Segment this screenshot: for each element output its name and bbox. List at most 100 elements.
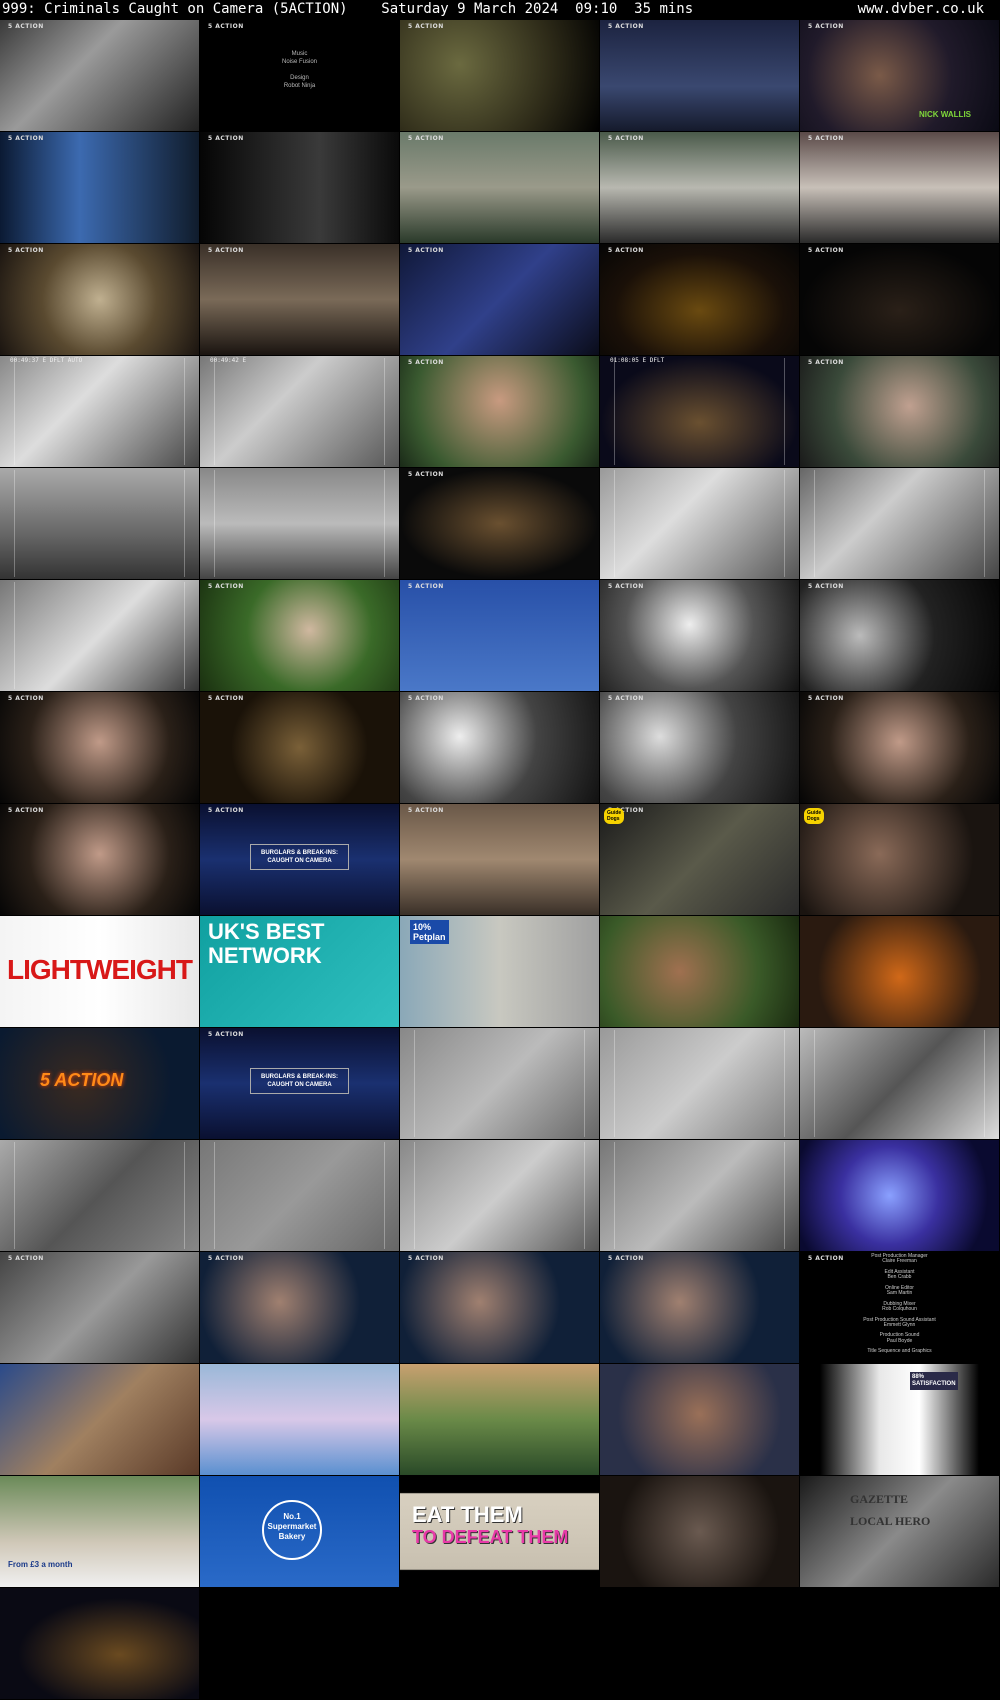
thumbnail[interactable]: 5 ACTION bbox=[0, 692, 199, 803]
thumbnail[interactable]: No.1 Supermarket Bakery bbox=[200, 1476, 399, 1587]
caption-line: GAZETTE bbox=[850, 1492, 909, 1506]
channel-logo: 5 ACTION bbox=[408, 695, 444, 702]
caption-line: CAUGHT ON CAMERA bbox=[267, 1082, 332, 1088]
thumbnail[interactable]: 5 ACTION bbox=[400, 468, 599, 579]
thumbnail[interactable]: 5 ACTION BURGLARS & BREAK-INS: CAUGHT ON C… bbox=[200, 1028, 399, 1139]
thumbnail[interactable] bbox=[200, 1364, 399, 1475]
thumbnail[interactable]: 5 ACTION bbox=[600, 132, 799, 243]
channel-logo: 5 ACTION bbox=[808, 359, 844, 366]
thumbnail[interactable]: 5 ACTION bbox=[0, 804, 199, 915]
thumbnail[interactable]: 5 ACTION bbox=[800, 132, 999, 243]
thumbnail[interactable]: 5 ACTION bbox=[0, 244, 199, 355]
thumbnail[interactable] bbox=[200, 468, 399, 579]
site-url[interactable]: www.dvber.co.uk bbox=[858, 0, 984, 18]
thumbnail-image bbox=[800, 1364, 999, 1475]
thumbnail[interactable] bbox=[0, 580, 199, 691]
thumbnail[interactable]: 5 ACTION bbox=[400, 804, 599, 915]
thumbnail[interactable]: 5 ACTION bbox=[200, 692, 399, 803]
thumbnail[interactable]: 5 ACTION bbox=[200, 132, 399, 243]
thumbnail-image bbox=[800, 916, 999, 1027]
thumbnail[interactable]: 5 ACTION bbox=[0, 1252, 199, 1363]
thumbnail[interactable]: 5 ACTION bbox=[200, 580, 399, 691]
thumbnail-image bbox=[200, 692, 399, 803]
thumbnail[interactable] bbox=[200, 1140, 399, 1251]
channel-logo: 5 ACTION bbox=[608, 1255, 644, 1262]
caption-line: Petplan bbox=[413, 932, 446, 942]
thumbnail[interactable]: 88% SATISFACTION bbox=[800, 1364, 999, 1475]
thumbnail[interactable]: 5 ACTION bbox=[600, 692, 799, 803]
thumbnail[interactable]: 5 ACTION bbox=[200, 244, 399, 355]
thumbnail[interactable]: 5 ACTION bbox=[600, 244, 799, 355]
thumbnail[interactable] bbox=[600, 1028, 799, 1139]
thermal-hud-frame bbox=[614, 1142, 785, 1249]
thumbnail[interactable]: 5 ACTION bbox=[200, 1252, 399, 1363]
thumbnail[interactable]: 5 ACTION bbox=[0, 20, 199, 131]
thumbnail[interactable]: 5 ACTION bbox=[0, 132, 199, 243]
thumbnail[interactable]: UK'S BEST NETWORK bbox=[200, 916, 399, 1027]
thumbnail[interactable] bbox=[600, 1140, 799, 1251]
thumbnail[interactable]: 5 ACTION BURGLARS & BREAK-INS: CAUGHT ON C… bbox=[200, 804, 399, 915]
thumbnail[interactable]: From £3 a month bbox=[0, 1476, 199, 1587]
thumbnail-image bbox=[200, 1364, 399, 1475]
thumbnail[interactable]: 10% Petplan bbox=[400, 916, 599, 1027]
thumbnail[interactable]: 5 ACTION bbox=[800, 356, 999, 467]
thumbnail[interactable]: 5 ACTION Music Noise Fusion Design Robot Ni… bbox=[200, 20, 399, 131]
thumbnail[interactable] bbox=[800, 916, 999, 1027]
thumbnail[interactable] bbox=[400, 1364, 599, 1475]
thermal-hud-frame bbox=[14, 1142, 185, 1249]
thermal-hud-frame bbox=[14, 470, 185, 577]
thumbnail-image bbox=[600, 20, 799, 131]
thumbnail-image bbox=[400, 1364, 599, 1475]
thumbnail[interactable] bbox=[800, 1140, 999, 1251]
thumbnail[interactable]: 5 ACTION bbox=[400, 580, 599, 691]
channel-logo: 5 ACTION bbox=[808, 247, 844, 254]
thumbnail[interactable]: 5 ACTION bbox=[800, 580, 999, 691]
thumbnail[interactable]: GAZETTE LOCAL HERO bbox=[800, 1476, 999, 1587]
thumbnail[interactable]: LIGHTWEIGHT bbox=[0, 916, 199, 1027]
thumbnail-image bbox=[600, 244, 799, 355]
thumbnail[interactable] bbox=[800, 468, 999, 579]
thumbnail[interactable]: 5 ACTION bbox=[600, 1252, 799, 1363]
channel-logo: 5 ACTION bbox=[8, 135, 44, 142]
thumbnail[interactable]: 5 ACTION Guide Dogs bbox=[600, 804, 799, 915]
thumbnail[interactable] bbox=[0, 1588, 199, 1699]
thumbnail[interactable]: 5 ACTION bbox=[400, 356, 599, 467]
caption-line: NETWORK bbox=[208, 943, 322, 968]
thumbnail[interactable] bbox=[0, 1140, 199, 1251]
thumbnail[interactable]: 5 ACTION bbox=[400, 132, 599, 243]
thumbnail-image bbox=[400, 580, 599, 691]
thumbnail[interactable]: EAT THEM TO DEFEAT THEM bbox=[400, 1476, 599, 1587]
thumbnail[interactable] bbox=[400, 1028, 599, 1139]
thumbnail[interactable]: 5 ACTION bbox=[600, 20, 799, 131]
thumbnail[interactable]: 5 ACTION bbox=[800, 244, 999, 355]
thumbnail[interactable]: 5 ACTION bbox=[400, 20, 599, 131]
thumbnail[interactable]: Guide Dogs bbox=[800, 804, 999, 915]
channel-logo: 5 ACTION bbox=[208, 1031, 244, 1038]
thumbnail[interactable] bbox=[0, 468, 199, 579]
thumbnail[interactable] bbox=[800, 1028, 999, 1139]
caption-line: UK'S BEST bbox=[208, 919, 325, 944]
thumbnail[interactable]: 5 ACTION bbox=[800, 692, 999, 803]
thumbnail[interactable]: 5 ACTION NICK WALLIS bbox=[800, 20, 999, 131]
thumbnail-image bbox=[0, 244, 199, 355]
thumbnail[interactable]: 5 ACTION Post Production Manager Claire Fr… bbox=[800, 1252, 999, 1363]
thumbnail-image bbox=[800, 244, 999, 355]
thumbnail[interactable]: 5 ACTION bbox=[400, 692, 599, 803]
thumbnail[interactable] bbox=[400, 1140, 599, 1251]
thumbnail[interactable]: 5 ACTION bbox=[400, 244, 599, 355]
thumbnail[interactable]: 00:49:42 E bbox=[200, 356, 399, 467]
caption-line: 88% bbox=[912, 1374, 925, 1380]
thumbnail[interactable] bbox=[600, 916, 799, 1027]
thumbnail[interactable] bbox=[600, 468, 799, 579]
thumbnail[interactable] bbox=[600, 1476, 799, 1587]
thumbnail[interactable] bbox=[0, 1364, 199, 1475]
thumbnail[interactable]: 5 ACTION bbox=[400, 1252, 599, 1363]
thumbnail[interactable]: 00:49:37 E DFLT AUTO bbox=[0, 356, 199, 467]
thumbnail[interactable] bbox=[600, 1364, 799, 1475]
thumbnail[interactable]: 5 ACTION bbox=[0, 1028, 199, 1139]
thumbnail[interactable]: 5 ACTION bbox=[600, 580, 799, 691]
thermal-hud-frame bbox=[214, 358, 385, 465]
caption-line: LIGHTWEIGHT bbox=[7, 954, 193, 985]
thumbnail-caption: Post Production Manager Claire Freeman Ed… bbox=[800, 1253, 999, 1355]
thumbnail[interactable]: 01:08:05 E DFLT bbox=[600, 356, 799, 467]
